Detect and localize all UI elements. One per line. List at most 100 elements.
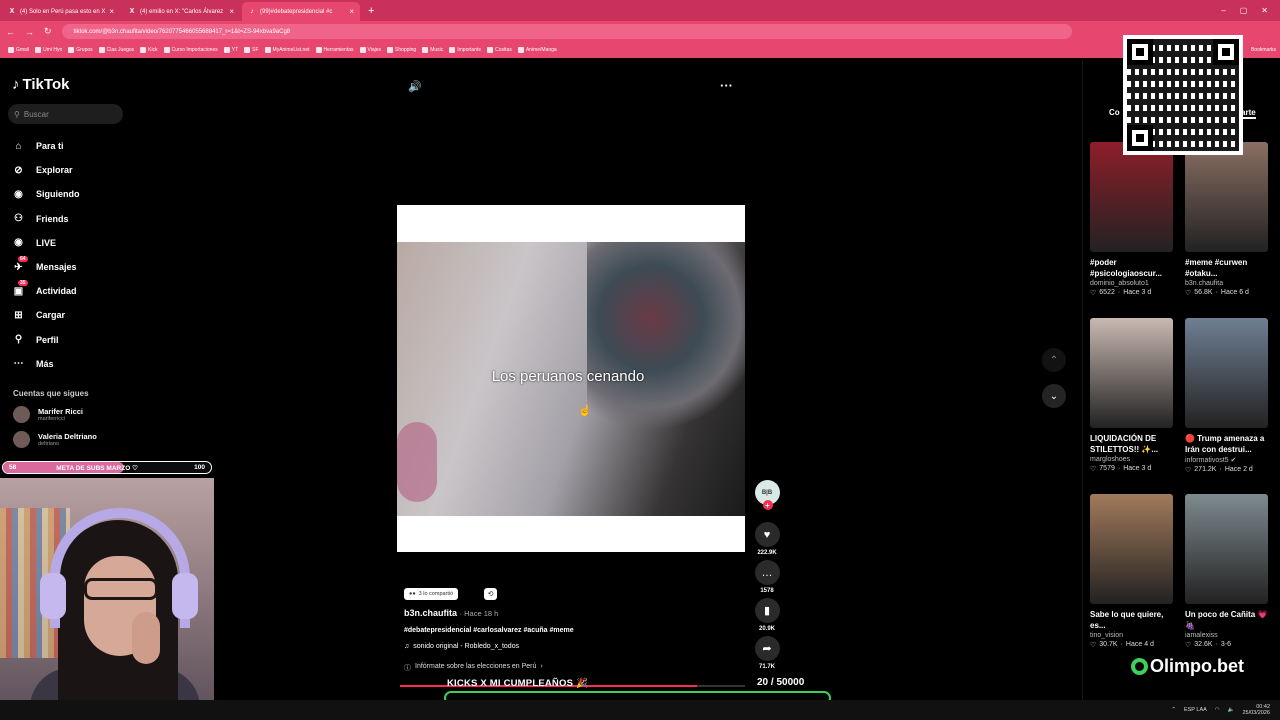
bookmark[interactable]: Gmail	[8, 47, 29, 53]
browser-tab[interactable]: X (4) emilio en X: "Carlos Álvarez ×	[122, 2, 240, 21]
wifi-icon[interactable]: ◠	[1215, 707, 1220, 713]
bookmark[interactable]: Herramientas	[315, 47, 354, 53]
bookmark[interactable]: Viajes	[359, 47, 381, 53]
bookmark[interactable]: Kick	[140, 47, 158, 53]
author-name[interactable]: b3n.chaufita	[404, 608, 457, 618]
nav-label: Siguiendo	[36, 189, 80, 200]
nav-item-friends[interactable]: ⚇ Friends	[12, 207, 130, 231]
nav-item-actividad[interactable]: ▣ 35 Actividad	[12, 279, 130, 303]
card-user[interactable]: dominio_absoluto1	[1090, 280, 1173, 287]
window-controls: – ▢ ✕	[1221, 6, 1280, 15]
bookmark[interactable]: Importante	[449, 47, 481, 53]
video-hashtags[interactable]: #debatepresidencial #carlosalvarez #acuñ…	[404, 627, 574, 634]
maximize-icon[interactable]: ▢	[1240, 6, 1248, 15]
bookmark[interactable]: Music	[422, 47, 443, 53]
browser-tab[interactable]: X (4) Solo en Perú pasa esto en X ×	[2, 2, 120, 21]
like-button[interactable]: ♥	[754, 522, 780, 547]
headset-earcup	[40, 573, 66, 619]
repost-icon[interactable]: ⟲	[484, 588, 497, 600]
tab-comments[interactable]: Co	[1109, 108, 1120, 117]
card-views: 30.7K	[1099, 641, 1118, 648]
url-field[interactable]: tiktok.com/@b3n.chaufita/video/762077546…	[61, 24, 1072, 39]
bookmark[interactable]: MyAnimeList.net	[264, 47, 310, 53]
nav-item-perfil[interactable]: ⚲ Perfil	[12, 328, 130, 352]
keyboard-lang[interactable]: ESP LAA	[1184, 707, 1207, 713]
bookmark[interactable]: Grupos	[68, 47, 93, 53]
nav-item-cargar[interactable]: ⊞ Cargar	[12, 303, 130, 327]
forward-icon[interactable]: →	[25, 27, 34, 37]
tab-related[interactable]: arte	[1241, 108, 1256, 119]
search-input[interactable]: ⚲ Buscar	[8, 104, 123, 124]
minimize-icon[interactable]: –	[1221, 6, 1225, 15]
video-thumbnail[interactable]	[1090, 318, 1173, 428]
close-icon[interactable]: ×	[109, 7, 114, 16]
next-video-button[interactable]: ⌄	[1042, 384, 1066, 408]
folder-icon	[517, 47, 524, 53]
card-user[interactable]: b3n.chaufita	[1185, 280, 1268, 287]
video-thumbnail[interactable]	[1185, 142, 1268, 252]
new-tab-icon[interactable]: +	[368, 5, 374, 17]
related-video-card[interactable]: #meme #curwen #otaku... b3n.chaufita ♡ 56.8…	[1185, 142, 1268, 318]
share-button[interactable]: ➦	[754, 636, 780, 661]
bookmark[interactable]: SF	[244, 47, 259, 53]
close-icon[interactable]: ×	[229, 7, 234, 16]
video-sound[interactable]: ♫ sonido original - Robledo_x_todos	[404, 643, 519, 650]
suggested-account[interactable]: Marifer Ricci mariferricci	[13, 406, 83, 423]
olimpo-logo-icon	[1131, 658, 1148, 675]
related-video-card[interactable]: Un poco de Cañita 💗🍇 iamalexiss ♡ 32.6K · 3-6	[1185, 494, 1268, 670]
nav-item-explorar[interactable]: ⊘ Explorar	[12, 158, 130, 182]
all-bookmarks[interactable]: Bookmarks	[1251, 47, 1280, 53]
card-user[interactable]: tino_vision	[1090, 632, 1173, 639]
shared-by-pill[interactable]: ●● 3 lo compartió	[404, 588, 459, 600]
tiktok-logo[interactable]: ♪ TikTok	[12, 76, 69, 93]
related-video-card[interactable]: 🔴 Trump amenaza a Irán con destrui... inf…	[1185, 318, 1268, 494]
creator-avatar[interactable]: B|B +	[754, 480, 780, 510]
nav-item-mensajes[interactable]: ✈ 64 Mensajes	[12, 255, 130, 279]
close-window-icon[interactable]: ✕	[1261, 6, 1268, 15]
bookmark[interactable]: YT	[223, 47, 238, 53]
bookmark[interactable]: Clas Juegos	[98, 47, 134, 53]
video-author[interactable]: b3n.chaufita · Hace 18 h	[404, 608, 498, 618]
nav-item-siguiendo[interactable]: ◉ Siguiendo	[12, 182, 130, 206]
video-thumbnail[interactable]	[1185, 318, 1268, 428]
friends-icon: ⚇	[14, 213, 23, 225]
qr-marker	[1127, 39, 1153, 65]
suggested-account[interactable]: Valeria Deltriano deltriano	[13, 431, 97, 448]
clock[interactable]: 00:42 25/03/2026	[1242, 704, 1270, 716]
bookmark-icon	[244, 47, 251, 53]
bookmark[interactable]: Cositas	[487, 47, 512, 53]
nav-item-para-ti[interactable]: ⌂ Para ti	[12, 134, 130, 158]
card-meta: ♡ 6522 · Hace 3 d	[1090, 289, 1173, 297]
reload-icon[interactable]: ↻	[44, 26, 52, 37]
back-icon[interactable]: ←	[6, 27, 15, 37]
related-video-card[interactable]: #poder #psicologiaoscur... dominio_absolu…	[1090, 142, 1173, 318]
video-thumbnail[interactable]	[1090, 142, 1173, 252]
browser-tab-active[interactable]: ♪ (99)#debatepresidencial #c ×	[242, 2, 360, 21]
volume-icon[interactable]: 🔊	[408, 80, 422, 93]
save-button[interactable]: ▮	[754, 598, 780, 623]
more-options-icon[interactable]: ···	[720, 78, 733, 93]
related-video-card[interactable]: Sabe lo que quiere, es... tino_vision ♡ 30.…	[1090, 494, 1173, 670]
close-icon[interactable]: ×	[349, 7, 354, 16]
election-info-link[interactable]: ⓘ Infórmate sobre las elecciones en Perú…	[404, 663, 543, 673]
nav-item-live[interactable]: ◉ LIVE	[12, 231, 130, 255]
card-user[interactable]: margloshoes	[1090, 456, 1173, 463]
video-thumbnail[interactable]	[1090, 494, 1173, 604]
nav-item-m-s[interactable]: ⋯ Más	[12, 352, 130, 376]
comment-button[interactable]: …	[754, 560, 780, 585]
video-thumbnail[interactable]	[1185, 494, 1268, 604]
speaker-icon[interactable]: 🔈	[1228, 707, 1235, 713]
follow-plus-icon[interactable]: +	[762, 500, 773, 510]
bookmark[interactable]: Curso Importaciones	[163, 47, 218, 53]
previous-video-button[interactable]: ⌃	[1042, 348, 1066, 372]
video-player[interactable]: Los peruanos cenando	[397, 205, 745, 552]
sidebar: ♪ TikTok ⚲ Buscar ⌂ Para ti ⊘ Explorar ◉ Sigu…	[0, 60, 135, 480]
bookmark[interactable]: Umi Hyo	[35, 47, 62, 53]
following-icon: ◉	[14, 188, 23, 200]
card-user[interactable]: iamalexiss	[1185, 632, 1268, 639]
card-user[interactable]: informativost5 ✔	[1185, 456, 1268, 464]
related-video-card[interactable]: LIQUIDACIÓN DE STILETTOS!! ✨... marglosho…	[1090, 318, 1173, 494]
chevron-up-icon[interactable]: ⌃	[1171, 707, 1176, 713]
bookmark[interactable]: Shopping	[387, 47, 416, 53]
bookmark[interactable]: Anime/Manga	[517, 47, 557, 53]
